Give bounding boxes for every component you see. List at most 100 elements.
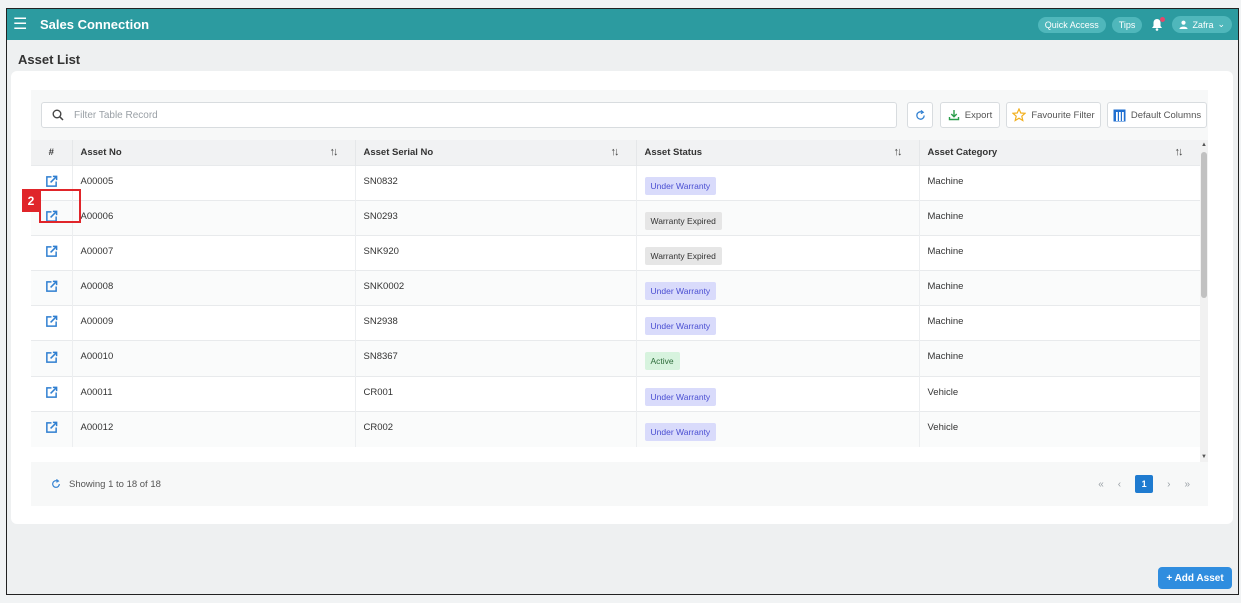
asset-serial-cell: SN0293 xyxy=(355,199,637,236)
first-page-icon[interactable]: « xyxy=(1098,479,1104,490)
scroll-down-arrow-icon[interactable]: ▼ xyxy=(1201,454,1207,460)
asset-serial-cell: SNK0002 xyxy=(355,270,637,306)
default-columns-button[interactable]: Default Columns xyxy=(1107,102,1207,128)
table-row[interactable]: A00006 SN0293 Warranty Expired Machine xyxy=(31,199,1200,236)
edit-cell xyxy=(31,375,73,412)
top-navbar: ☰ Sales Connection Quick Access Tips Zaf… xyxy=(7,9,1238,40)
default-columns-label: Default Columns xyxy=(1130,109,1202,121)
edit-external-icon[interactable] xyxy=(45,386,58,399)
notification-bell-icon[interactable] xyxy=(1148,16,1166,33)
favourite-filter-button[interactable]: Favourite Filter xyxy=(1006,102,1101,128)
asset-no-cell: A00010 xyxy=(72,340,356,377)
asset-no-cell: A00007 xyxy=(72,234,356,271)
edit-external-icon[interactable] xyxy=(45,175,58,188)
chevron-down-icon: ⌄ xyxy=(1217,19,1225,29)
app-window: ☰ Sales Connection Quick Access Tips Zaf… xyxy=(6,8,1239,595)
table-row[interactable]: A00010 SN8367 Active Machine xyxy=(31,340,1200,377)
asset-no-cell: A00005 xyxy=(72,164,356,201)
asset-serial-cell: CR002 xyxy=(355,410,637,447)
edit-external-icon[interactable] xyxy=(45,210,58,223)
asset-category-cell: Machine xyxy=(919,340,1200,377)
pagination: « ‹ 1 › » xyxy=(1098,475,1190,493)
scrollbar-thumb[interactable] xyxy=(1201,152,1207,298)
status-badge: Warranty Expired xyxy=(644,211,722,230)
user-menu-button[interactable]: Zafra ⌄ xyxy=(1172,16,1232,33)
column-header-asset-status[interactable]: Asset Status ↑↓ xyxy=(636,140,920,165)
sort-icon[interactable]: ↑↓ xyxy=(894,146,903,158)
asset-category-cell: Machine xyxy=(919,270,1200,306)
step-number-badge: 2 xyxy=(22,189,40,212)
table-scrollbar[interactable]: ▲ ▼ xyxy=(1200,140,1208,462)
asset-table-container: # Asset No ↑↓ Asset Serial No ↑↓ Asset Sta… xyxy=(31,140,1200,462)
asset-no-cell: A00011 xyxy=(72,375,356,412)
asset-status-cell: Warranty Expired xyxy=(636,199,920,236)
status-badge: Under Warranty xyxy=(644,422,717,441)
table-row[interactable]: A00009 SN2938 Under Warranty Machine xyxy=(31,305,1200,341)
asset-serial-cell: SN2938 xyxy=(355,305,637,341)
asset-status-cell: Warranty Expired xyxy=(636,234,920,271)
edit-external-icon[interactable] xyxy=(45,315,58,328)
asset-status-cell: Under Warranty xyxy=(636,410,920,447)
edit-cell xyxy=(31,410,73,447)
edit-external-icon[interactable] xyxy=(45,280,58,293)
export-button[interactable]: Export xyxy=(940,102,1000,128)
status-badge: Under Warranty xyxy=(644,176,717,195)
user-icon xyxy=(1179,20,1188,29)
table-row[interactable]: A00012 CR002 Under Warranty Vehicle xyxy=(31,410,1200,447)
edit-external-icon[interactable] xyxy=(45,351,58,364)
asset-table: # Asset No ↑↓ Asset Serial No ↑↓ Asset Sta… xyxy=(31,140,1200,447)
asset-status-cell: Active xyxy=(636,340,920,377)
column-header-label: Asset Serial No xyxy=(363,146,434,158)
download-icon xyxy=(948,110,959,121)
sort-icon[interactable]: ↑↓ xyxy=(330,146,339,158)
column-header-label: Asset Category xyxy=(927,146,998,158)
tips-button[interactable]: Tips xyxy=(1111,16,1143,33)
columns-icon xyxy=(1113,109,1126,121)
asset-category-cell: Vehicle xyxy=(919,375,1200,412)
refresh-button[interactable] xyxy=(907,102,933,128)
status-badge: Warranty Expired xyxy=(644,246,722,265)
user-name: Zafra xyxy=(1192,19,1214,30)
status-badge: Under Warranty xyxy=(644,387,717,406)
column-header-asset-serial-no[interactable]: Asset Serial No ↑↓ xyxy=(355,140,637,165)
sort-icon[interactable]: ↑↓ xyxy=(611,146,620,158)
search-box[interactable] xyxy=(41,102,897,128)
column-header-label: Asset No xyxy=(80,146,122,158)
export-label: Export xyxy=(964,109,993,121)
table-row[interactable]: A00008 SNK0002 Under Warranty Machine xyxy=(31,270,1200,306)
asset-serial-cell: SNK920 xyxy=(355,234,637,271)
table-row[interactable]: A00007 SNK920 Warranty Expired Machine xyxy=(31,234,1200,271)
asset-status-cell: Under Warranty xyxy=(636,305,920,341)
edit-external-icon[interactable] xyxy=(45,421,58,434)
search-input[interactable] xyxy=(74,109,834,121)
asset-serial-cell: SN8367 xyxy=(355,340,637,377)
pagination-summary: Showing 1 to 18 of 18 xyxy=(69,478,161,490)
edit-external-icon[interactable] xyxy=(45,245,58,258)
column-header-asset-no[interactable]: Asset No ↑↓ xyxy=(72,140,356,165)
column-header-asset-category[interactable]: Asset Category ↑↓ xyxy=(919,140,1200,165)
column-header-index: # xyxy=(31,140,73,165)
notification-dot xyxy=(1160,16,1166,22)
prev-page-icon[interactable]: ‹ xyxy=(1118,479,1121,490)
last-page-icon[interactable]: » xyxy=(1184,479,1190,490)
asset-status-cell: Under Warranty xyxy=(636,164,920,201)
app-title: Sales Connection xyxy=(40,17,150,32)
column-header-label: Asset Status xyxy=(644,146,703,158)
footer-refresh-icon[interactable] xyxy=(51,479,61,489)
sort-icon[interactable]: ↑↓ xyxy=(1175,146,1184,158)
page-button-current[interactable]: 1 xyxy=(1135,475,1154,493)
search-icon xyxy=(52,109,64,121)
star-icon xyxy=(1012,108,1027,122)
add-asset-button[interactable]: + Add Asset xyxy=(1158,567,1232,589)
refresh-icon xyxy=(915,109,925,120)
table-footer: Showing 1 to 18 of 18 « ‹ 1 › » xyxy=(31,462,1208,506)
hamburger-menu-icon[interactable]: ☰ xyxy=(13,16,35,33)
quick-access-button[interactable]: Quick Access xyxy=(1037,16,1106,33)
table-row[interactable]: A00005 SN0832 Under Warranty Machine xyxy=(31,164,1200,201)
edit-cell xyxy=(31,340,73,377)
scroll-up-arrow-icon[interactable]: ▲ xyxy=(1201,142,1207,148)
table-header-row: # Asset No ↑↓ Asset Serial No ↑↓ Asset Sta… xyxy=(31,140,1200,165)
asset-serial-cell: SN0832 xyxy=(355,164,637,201)
next-page-icon[interactable]: › xyxy=(1167,479,1170,490)
table-row[interactable]: A00011 CR001 Under Warranty Vehicle xyxy=(31,375,1200,412)
